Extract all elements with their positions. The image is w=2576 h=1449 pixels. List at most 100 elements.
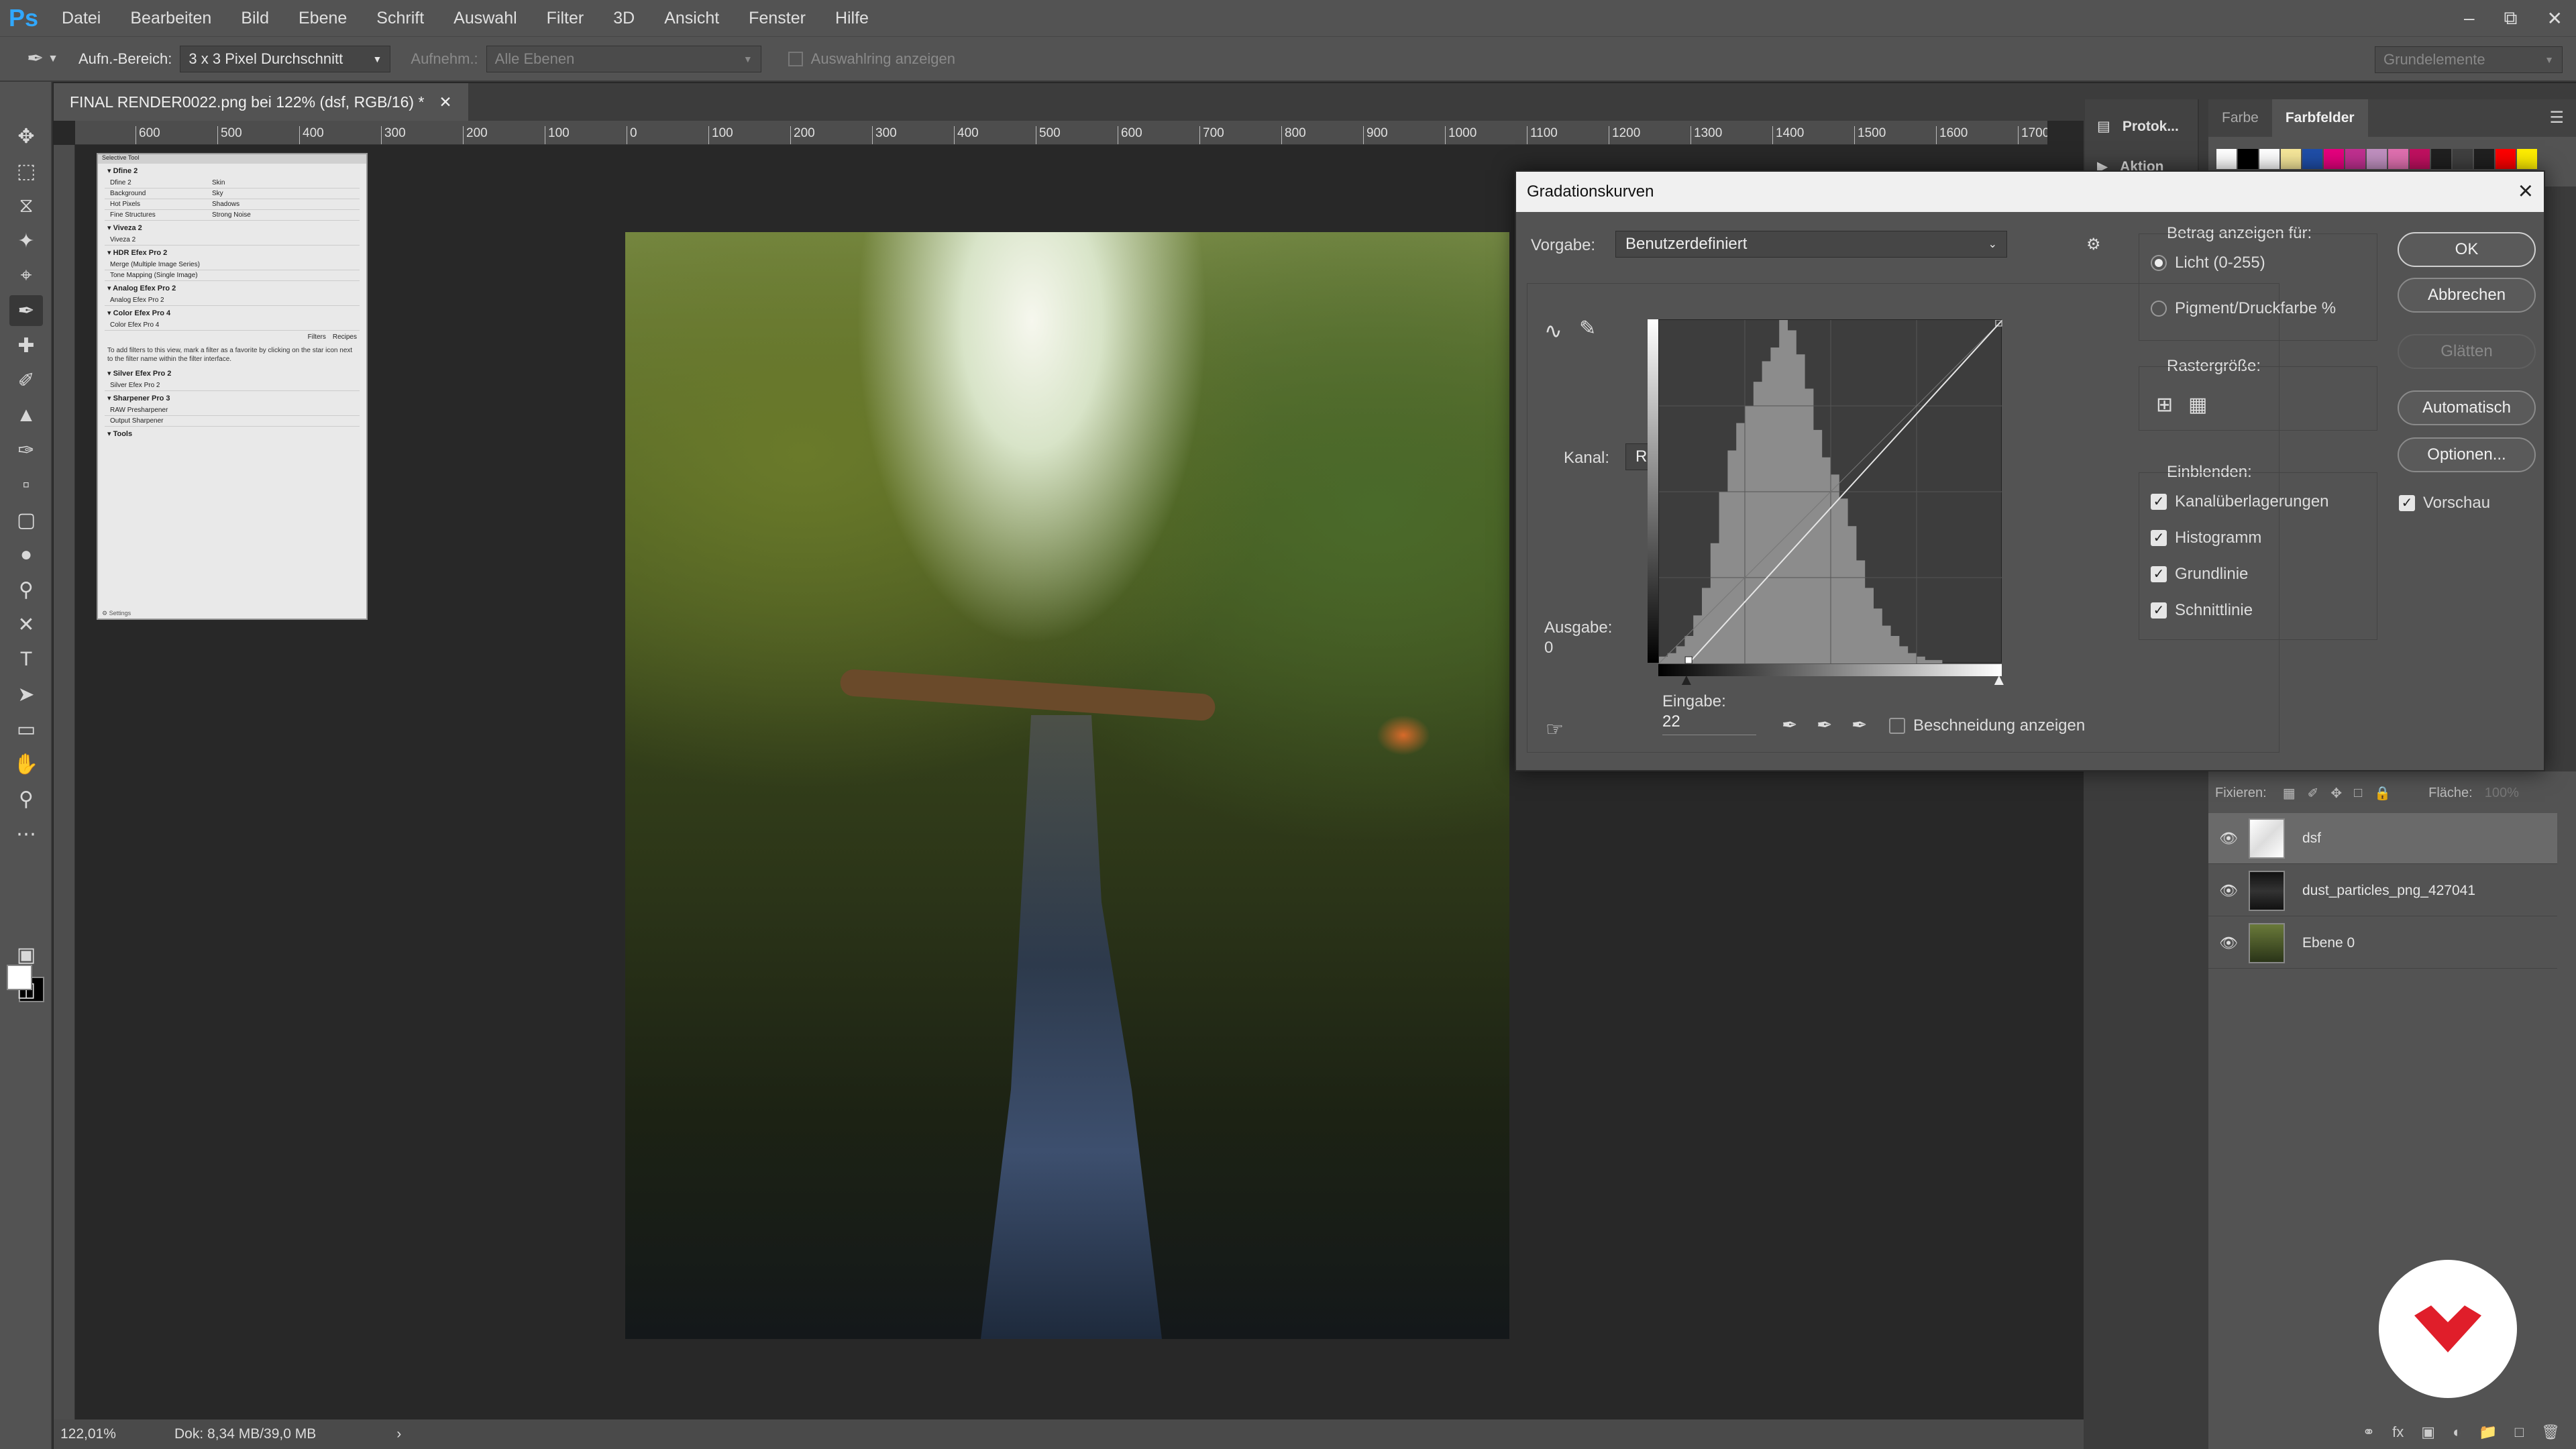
- detailed-grid-icon[interactable]: ▦: [2188, 393, 2207, 417]
- layer-thumbnail[interactable]: [2249, 818, 2285, 859]
- menu-filter[interactable]: Filter: [532, 0, 599, 36]
- plugin-filter-row[interactable]: Background Sky: [105, 189, 360, 199]
- color-swatch[interactable]: [2517, 149, 2537, 169]
- cancel-button[interactable]: Abbrechen: [2398, 278, 2536, 313]
- color-swatch[interactable]: [2410, 149, 2430, 169]
- eyedropper-tool-icon[interactable]: ✒: [27, 47, 44, 70]
- auto-button[interactable]: Automatisch: [2398, 390, 2536, 425]
- close-icon[interactable]: ✕: [2547, 7, 2563, 30]
- restore-icon[interactable]: ⧉: [2504, 7, 2518, 30]
- delete-layer-icon[interactable]: 🗑: [2541, 1424, 2560, 1441]
- add-mask-icon[interactable]: ▣: [2421, 1424, 2435, 1441]
- menu-datei[interactable]: Datei: [47, 0, 115, 36]
- plugin-settings[interactable]: ⚙ Settings: [102, 610, 131, 617]
- pen-tool-icon[interactable]: ✕: [9, 609, 43, 640]
- sample-select[interactable]: Alle Ebenen ▼: [486, 45, 761, 72]
- menu-bearbeiten[interactable]: Bearbeiten: [115, 0, 226, 36]
- lock-move-icon[interactable]: ✥: [2330, 785, 2342, 802]
- plugin-filter-row[interactable]: Merge (Multiple Image Series): [105, 260, 360, 270]
- pencil-tool-icon[interactable]: ✎: [1579, 317, 1596, 340]
- zoom-tool-icon[interactable]: ⚲: [9, 784, 43, 814]
- color-swatch[interactable]: [2324, 149, 2344, 169]
- preset-select[interactable]: Benutzerdefiniert ⌄: [1615, 231, 2007, 258]
- curve-graph[interactable]: [1658, 319, 2003, 664]
- output-value[interactable]: 0: [1544, 639, 1553, 657]
- new-layer-icon[interactable]: □: [2515, 1424, 2524, 1441]
- menu-3d[interactable]: 3D: [598, 0, 649, 36]
- history-panel-button[interactable]: ▤ Protok...: [2097, 118, 2179, 135]
- fx-icon[interactable]: fx: [2392, 1424, 2404, 1441]
- plugin-filter-row[interactable]: Fine Structures Strong Noise: [105, 210, 360, 221]
- workspace-select[interactable]: Grundelemente ▼: [2375, 46, 2563, 73]
- preset-settings-icon[interactable]: ⚙: [2086, 235, 2101, 254]
- color-swatch[interactable]: [2281, 149, 2301, 169]
- layer-name[interactable]: dust_particles_png_427041: [2302, 883, 2475, 899]
- chevron-right-icon[interactable]: ›: [396, 1426, 401, 1442]
- adjustment-layer-icon[interactable]: ◐: [2453, 1424, 2461, 1441]
- layer-row[interactable]: 👁 dsf: [2208, 813, 2557, 864]
- intersection-checkbox[interactable]: ✓: [2151, 602, 2167, 619]
- plugin-section-header[interactable]: ▾ HDR Efex Pro 2: [98, 246, 366, 260]
- path-selection-icon[interactable]: ➤: [9, 679, 43, 710]
- ok-button[interactable]: OK: [2398, 232, 2536, 267]
- visibility-eye-icon[interactable]: 👁: [2208, 830, 2249, 847]
- plugin-filter-row[interactable]: Viveza 2: [105, 235, 360, 246]
- color-swatch[interactable]: [2345, 149, 2365, 169]
- close-icon[interactable]: ×: [2518, 177, 2533, 206]
- stamp-tool-icon[interactable]: ▲: [9, 400, 43, 431]
- menu-fenster[interactable]: Fenster: [734, 0, 820, 36]
- fill-value[interactable]: 100%: [2485, 786, 2519, 801]
- white-point-slider-icon[interactable]: ▲: [1991, 671, 2007, 690]
- pigment-radio[interactable]: [2151, 301, 2167, 317]
- new-group-icon[interactable]: 📁: [2479, 1424, 2497, 1441]
- plugin-filter-row[interactable]: Analog Efex Pro 2: [105, 295, 360, 306]
- curve-point[interactable]: [1684, 656, 1693, 664]
- visibility-eye-icon[interactable]: 👁: [2208, 934, 2249, 952]
- close-tab-icon[interactable]: ✕: [439, 93, 451, 111]
- plugin-section-header[interactable]: ▾ Color Efex Pro 4: [98, 306, 366, 320]
- color-swatch[interactable]: [2496, 149, 2516, 169]
- eyedropper-tool-icon[interactable]: ✒: [9, 295, 43, 326]
- plugin-filter-row[interactable]: Silver Efex Pro 2: [105, 380, 360, 391]
- show-ring-checkbox[interactable]: [788, 51, 803, 66]
- magic-wand-tool-icon[interactable]: ✦: [9, 225, 43, 256]
- brush-tool-icon[interactable]: ✐: [9, 365, 43, 396]
- simple-grid-icon[interactable]: ⊞: [2156, 393, 2173, 417]
- menu-bild[interactable]: Bild: [226, 0, 284, 36]
- sample-size-select[interactable]: 3 x 3 Pixel Durchschnitt ▼: [180, 45, 391, 72]
- curves-dialog[interactable]: Gradationskurven × Vorgabe: Benutzerdefi…: [1515, 170, 2545, 771]
- visibility-eye-icon[interactable]: 👁: [2208, 882, 2249, 900]
- foreground-color-swatch[interactable]: [7, 965, 32, 990]
- histogram-checkbox[interactable]: ✓: [2151, 530, 2167, 546]
- panel-menu-icon[interactable]: ☰: [2537, 99, 2576, 137]
- color-swatch[interactable]: [2453, 149, 2473, 169]
- text-tool-icon[interactable]: T: [9, 644, 43, 675]
- more-tools-icon[interactable]: ⋯: [9, 818, 43, 849]
- document-tab[interactable]: FINAL RENDER0022.png bei 122% (dsf, RGB/…: [54, 83, 468, 121]
- menu-auswahl[interactable]: Auswahl: [439, 0, 532, 36]
- blur-tool-icon[interactable]: ●: [9, 539, 43, 570]
- smooth-button[interactable]: Glätten: [2398, 334, 2536, 369]
- lock-icon[interactable]: 🔒: [2374, 785, 2391, 802]
- history-brush-icon[interactable]: ✑: [9, 435, 43, 466]
- options-button[interactable]: Optionen...: [2398, 437, 2536, 472]
- color-swatch[interactable]: [2259, 149, 2279, 169]
- color-swatch[interactable]: [2388, 149, 2408, 169]
- lock-brush-icon[interactable]: ✐: [2308, 785, 2319, 802]
- layer-thumbnail[interactable]: [2249, 922, 2285, 963]
- light-radio[interactable]: [2151, 255, 2167, 271]
- menu-hilfe[interactable]: Hilfe: [820, 0, 883, 36]
- eraser-tool-icon[interactable]: ▫: [9, 470, 43, 500]
- minimize-icon[interactable]: –: [2464, 7, 2475, 29]
- crop-tool-icon[interactable]: ⌖: [9, 260, 43, 291]
- zoom-level[interactable]: 122,01%: [60, 1426, 161, 1442]
- white-eyedropper-icon[interactable]: ✒: [1851, 714, 1867, 736]
- black-eyedropper-icon[interactable]: ✒: [1782, 714, 1797, 736]
- menu-ansicht[interactable]: Ansicht: [649, 0, 734, 36]
- plugin-section-header[interactable]: ▾ Dfine 2: [98, 164, 366, 178]
- preview-checkbox[interactable]: ✓: [2399, 495, 2415, 511]
- curve-point-tool-icon[interactable]: ∿: [1544, 318, 1562, 343]
- baseline-checkbox[interactable]: ✓: [2151, 566, 2167, 582]
- healing-brush-icon[interactable]: ✚: [9, 330, 43, 361]
- chevron-down-icon[interactable]: ▼: [48, 53, 58, 65]
